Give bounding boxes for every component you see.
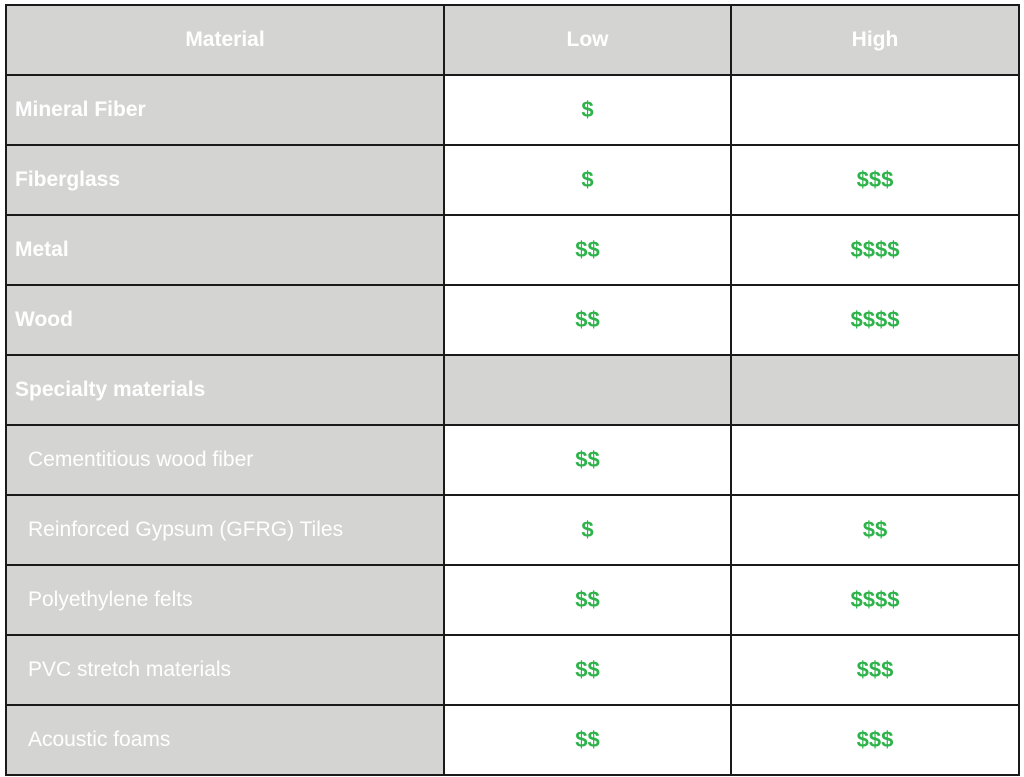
material-name: Polyethylene felts <box>5 564 445 636</box>
table-row: Polyethylene felts $$ $$$$ <box>5 564 1020 636</box>
low-cost: $$ <box>443 634 732 706</box>
low-cost: $ <box>443 144 732 216</box>
table-row: Wood $$ $$$$ <box>5 284 1020 356</box>
high-cost: $$$ <box>730 704 1020 776</box>
table-row: Reinforced Gypsum (GFRG) Tiles $ $$ <box>5 494 1020 566</box>
high-cost <box>730 74 1020 146</box>
material-name: Cementitious wood fiber <box>5 424 445 496</box>
table-row: Fiberglass $ $$$ <box>5 144 1020 216</box>
header-row: Material Low High <box>5 4 1020 76</box>
material-name: PVC stretch materials <box>5 634 445 706</box>
low-cost <box>443 354 732 426</box>
table-row: Mineral Fiber $ <box>5 74 1020 146</box>
low-cost: $ <box>443 494 732 566</box>
high-cost: $$$ <box>730 144 1020 216</box>
high-cost <box>730 424 1020 496</box>
table-row: Cementitious wood fiber $$ <box>5 424 1020 496</box>
material-name: Fiberglass <box>5 144 445 216</box>
material-name: Wood <box>5 284 445 356</box>
low-cost: $$ <box>443 564 732 636</box>
header-material: Material <box>5 4 445 76</box>
header-high: High <box>730 4 1020 76</box>
table-row: PVC stretch materials $$ $$$ <box>5 634 1020 706</box>
high-cost <box>730 354 1020 426</box>
material-name: Mineral Fiber <box>5 74 445 146</box>
low-cost: $$ <box>443 284 732 356</box>
low-cost: $ <box>443 74 732 146</box>
table-row: Acoustic foams $$ $$$ <box>5 704 1020 776</box>
section-row: Specialty materials <box>5 354 1020 426</box>
material-name: Acoustic foams <box>5 704 445 776</box>
high-cost: $$ <box>730 494 1020 566</box>
low-cost: $$ <box>443 424 732 496</box>
high-cost: $$$$ <box>730 214 1020 286</box>
high-cost: $$$$ <box>730 284 1020 356</box>
header-low: Low <box>443 4 732 76</box>
low-cost: $$ <box>443 704 732 776</box>
high-cost: $$$ <box>730 634 1020 706</box>
high-cost: $$$$ <box>730 564 1020 636</box>
material-name: Metal <box>5 214 445 286</box>
low-cost: $$ <box>443 214 732 286</box>
material-name: Reinforced Gypsum (GFRG) Tiles <box>5 494 445 566</box>
section-heading: Specialty materials <box>5 354 445 426</box>
material-cost-table: Material Low High Mineral Fiber $ Fiberg… <box>5 4 1020 776</box>
table-row: Metal $$ $$$$ <box>5 214 1020 286</box>
